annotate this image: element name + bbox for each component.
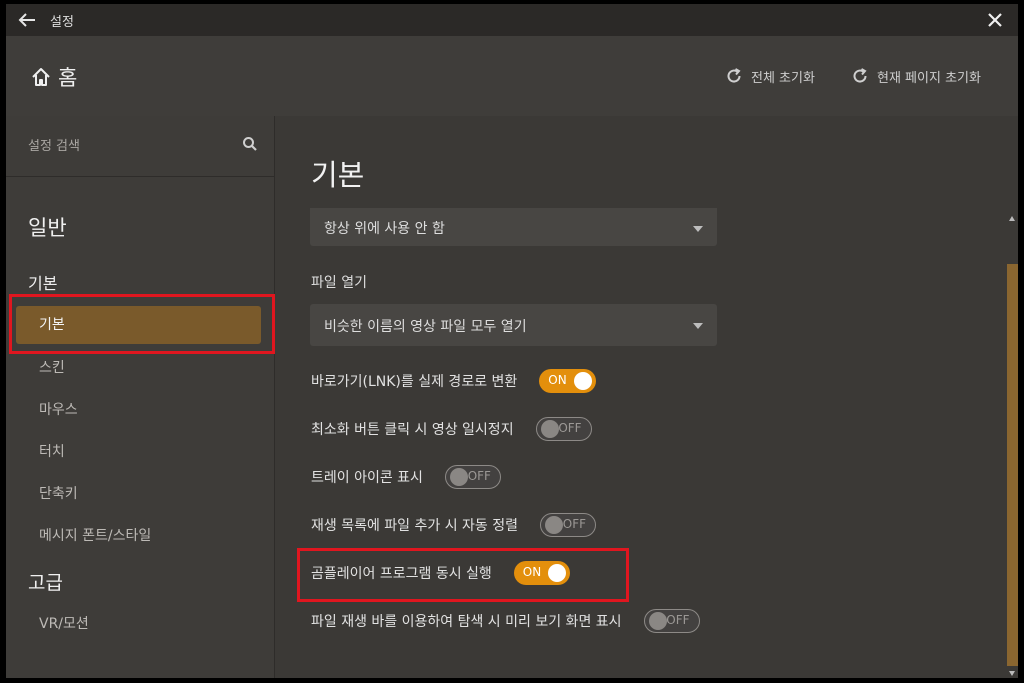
section-general: 일반 (28, 216, 67, 240)
setting-label: 트레이 아이콘 표시 (311, 470, 423, 486)
arrow-left-icon (18, 13, 35, 27)
toggle-switch[interactable]: OFF (643, 609, 700, 633)
toggle-state: OFF (467, 469, 491, 483)
reset-page-label: 현재 페이지 초기화 (877, 70, 981, 86)
scrollbar[interactable] (1007, 212, 1018, 678)
setting-row-minimize-pause: 최소화 버튼 클릭 시 영상 일시정지 OFF (311, 415, 592, 443)
sidebar-item-basic[interactable]: 기본 (16, 306, 261, 344)
setting-label: 재생 목록에 파일 추가 시 자동 정렬 (311, 518, 519, 534)
sidebar: 일반 기본 기본 스킨 마우스 터치 단축키 메시지 폰트/스타일 고급 VR/… (6, 116, 275, 678)
dropdown-value: 항상 위에 사용 안 함 (324, 221, 445, 237)
sidebar-item-touch[interactable]: 터치 (16, 433, 261, 471)
toggle-knob (574, 372, 593, 390)
setting-row-lnk: 바로가기(LNK)를 실제 경로로 변환 ON (311, 367, 597, 395)
file-open-label: 파일 열기 (311, 275, 367, 291)
toggle-knob (540, 420, 559, 438)
toggle-switch[interactable]: ON (513, 561, 570, 585)
toggle-state: ON (522, 565, 542, 579)
title-bar: 설정 (6, 4, 1018, 36)
toggle-state: ON (548, 373, 567, 387)
toggle-knob (449, 468, 468, 486)
toggle-state: OFF (666, 613, 690, 627)
reset-all-label: 전체 초기화 (751, 70, 815, 86)
search-icon[interactable] (242, 136, 258, 152)
toggle-switch[interactable]: OFF (535, 417, 592, 441)
toggle-switch[interactable]: ON (539, 369, 597, 393)
close-icon (988, 13, 1002, 27)
sidebar-item-mouse[interactable]: 마우스 (16, 391, 261, 429)
close-button[interactable] (984, 9, 1006, 31)
setting-label: 최소화 버튼 클릭 시 영상 일시정지 (311, 422, 514, 438)
sidebar-item-shortcuts[interactable]: 단축키 (16, 475, 261, 513)
dropdown-value: 비슷한 이름의 영상 파일 모두 열기 (324, 319, 527, 335)
toggle-knob (648, 612, 667, 630)
window-title: 설정 (50, 15, 74, 30)
back-button[interactable] (16, 10, 38, 30)
home-button[interactable]: 홈 (30, 63, 77, 91)
search-input[interactable] (26, 134, 230, 158)
sidebar-item-message-font[interactable]: 메시지 폰트/스타일 (16, 517, 261, 555)
sidebar-item-skin[interactable]: 스킨 (16, 349, 261, 387)
setting-row-auto-sort: 재생 목록에 파일 추가 시 자동 정렬 OFF (311, 511, 597, 539)
group-basic: 기본 (28, 274, 58, 293)
setting-label: 곰플레이어 프로그램 동시 실행 (311, 566, 492, 582)
file-open-dropdown[interactable]: 비슷한 이름의 영상 파일 모두 열기 (310, 304, 717, 346)
reset-all-button[interactable]: 전체 초기화 (725, 66, 815, 86)
toggle-state: OFF (558, 421, 582, 435)
setting-row-launch-together: 곰플레이어 프로그램 동시 실행 ON (311, 559, 570, 587)
chevron-down-icon (693, 323, 703, 329)
toggle-knob (547, 564, 566, 582)
refresh-icon (853, 68, 867, 83)
toggle-knob (545, 516, 564, 534)
section-advanced: 고급 (28, 572, 63, 594)
toggle-switch[interactable]: OFF (540, 513, 597, 537)
header: 홈 전체 초기화 현재 페이지 초기화 (6, 36, 1018, 116)
setting-label: 바로가기(LNK)를 실제 경로로 변환 (311, 374, 518, 390)
home-icon (32, 68, 50, 86)
setting-label: 파일 재생 바를 이용하여 탐색 시 미리 보기 화면 표시 (311, 614, 622, 630)
scroll-down-arrow-icon[interactable] (1009, 671, 1015, 676)
content-panel: 기본 항상 위에 사용 안 함 파일 열기 비슷한 이름의 영상 파일 모두 열… (275, 116, 1007, 678)
setting-row-seek-preview: 파일 재생 바를 이용하여 탐색 시 미리 보기 화면 표시 OFF (311, 607, 700, 635)
toggle-state: OFF (562, 517, 587, 531)
always-on-top-dropdown[interactable]: 항상 위에 사용 안 함 (310, 208, 717, 246)
setting-row-tray-icon: 트레이 아이콘 표시 OFF (311, 463, 501, 491)
settings-window: 설정 홈 전체 초기화 현재 페이지 초기화 설정 검색 일반 기본 기본 스킨… (6, 4, 1018, 678)
home-label: 홈 (58, 66, 78, 90)
chevron-down-icon (693, 226, 703, 232)
sidebar-item-vr-motion[interactable]: VR/모션 (16, 605, 261, 643)
settings-search (6, 116, 274, 177)
scroll-thumb[interactable] (1007, 264, 1018, 666)
toggle-switch[interactable]: OFF (444, 465, 501, 489)
reset-page-button[interactable]: 현재 페이지 초기화 (851, 66, 981, 86)
page-title: 기본 (311, 158, 365, 192)
scroll-up-arrow-icon[interactable] (1009, 216, 1015, 221)
refresh-icon (727, 68, 741, 83)
